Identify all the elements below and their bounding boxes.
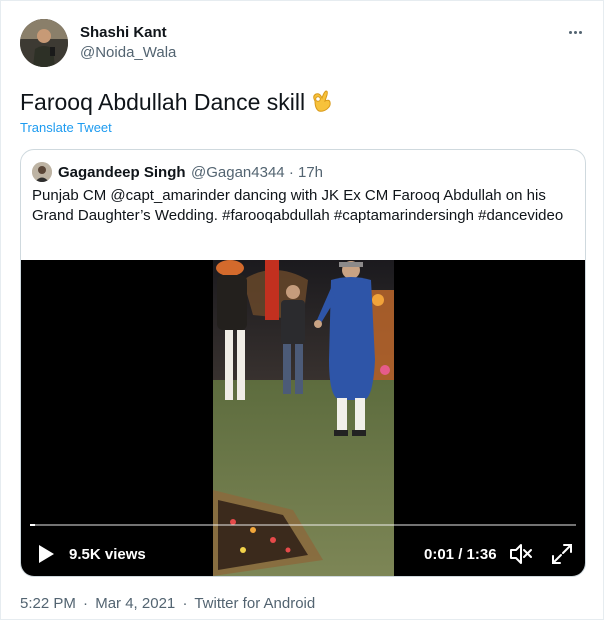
play-icon[interactable] xyxy=(37,544,55,569)
video-progress-bar[interactable] xyxy=(30,524,576,526)
quoted-author-avatar[interactable] xyxy=(32,162,52,182)
quoted-handle-time: @Gagan4344 · 17h xyxy=(191,164,323,181)
quoted-tweet[interactable]: Gagandeep Singh @Gagan4344 · 17h Punjab … xyxy=(20,149,586,577)
more-options-icon[interactable] xyxy=(567,26,585,38)
author-handle[interactable]: @Noida_Wala xyxy=(80,44,176,61)
fullscreen-icon[interactable] xyxy=(551,543,573,570)
tweet-time[interactable]: 5:22 PM xyxy=(20,595,76,612)
quoted-text: Punjab CM @capt_amarinder dancing with J… xyxy=(32,187,564,224)
tweet-body: Farooq Abdullah Dance skill xyxy=(20,89,306,115)
ok-hand-icon xyxy=(309,87,333,119)
tweet-text: Farooq Abdullah Dance skill xyxy=(20,87,333,119)
video-player[interactable]: 9.5K views 0:01 / 1:36 xyxy=(21,260,585,576)
video-thumbnail[interactable] xyxy=(213,260,394,576)
tweet-meta: 5:22 PM · Mar 4, 2021 · Twitter for Andr… xyxy=(20,595,318,612)
tweet-date[interactable]: Mar 4, 2021 xyxy=(95,595,175,612)
author-avatar[interactable] xyxy=(20,19,68,67)
author-display-name[interactable]: Shashi Kant xyxy=(80,24,167,41)
tweet-card: Shashi Kant @Noida_Wala Farooq Abdullah … xyxy=(0,0,604,620)
mute-icon[interactable] xyxy=(509,543,533,570)
quoted-time[interactable]: 17h xyxy=(298,164,323,181)
separator: · xyxy=(288,164,294,181)
separator: · xyxy=(182,595,188,612)
quoted-display-name[interactable]: Gagandeep Singh xyxy=(58,164,186,181)
video-views: 9.5K views xyxy=(69,546,146,563)
video-time: 0:01 / 1:36 xyxy=(424,546,497,563)
separator: · xyxy=(83,595,89,612)
tweet-source: Twitter for Android xyxy=(194,595,316,612)
translate-tweet-link[interactable]: Translate Tweet xyxy=(20,120,112,135)
video-progress-fill xyxy=(30,524,36,526)
quoted-handle[interactable]: @Gagan4344 xyxy=(191,164,285,181)
